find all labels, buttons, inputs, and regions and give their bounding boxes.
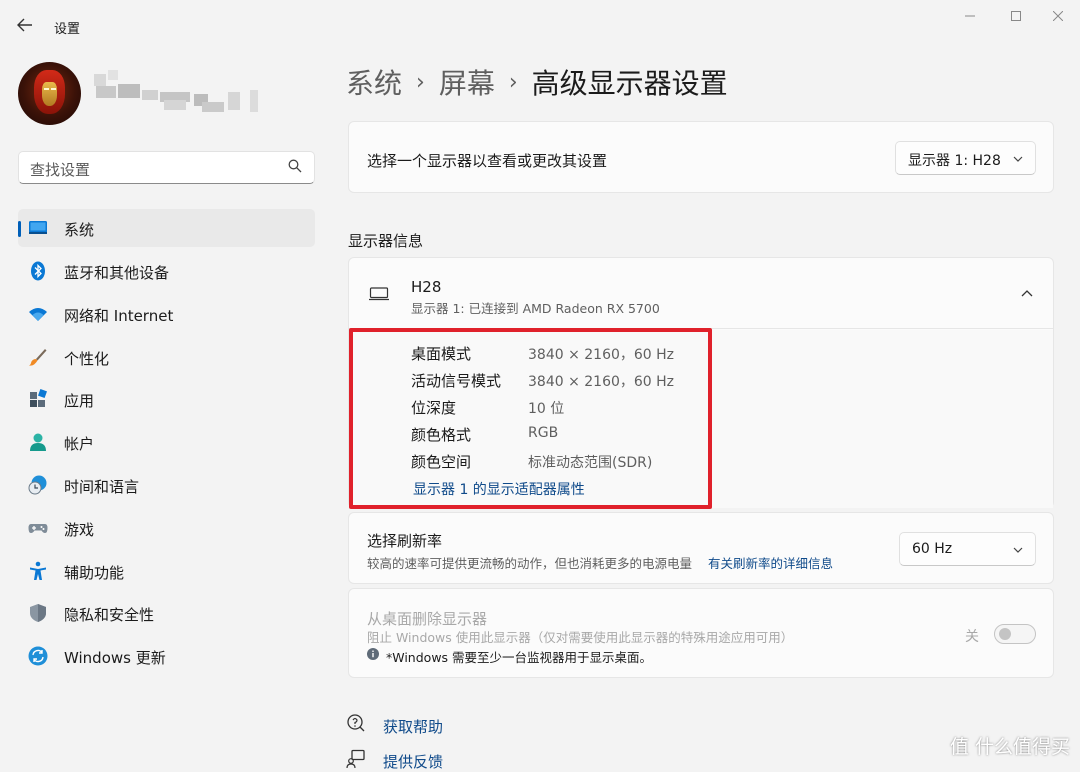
- sidebar-item-accessibility[interactable]: 辅助功能: [18, 552, 315, 590]
- monitor-icon: [369, 287, 389, 301]
- chevron-up-icon[interactable]: [1021, 289, 1033, 297]
- select-display-card: 选择一个显示器以查看或更改其设置 显示器 1: H28: [348, 121, 1054, 193]
- back-button[interactable]: [10, 10, 40, 40]
- toggle-knob: [999, 628, 1011, 640]
- breadcrumb: 系统 › 屏幕 › 高级显示器设置: [346, 62, 728, 102]
- display-info-header[interactable]: H28 显示器 1: 已连接到 AMD Radeon RX 5700: [349, 258, 1053, 329]
- remove-display-note: *Windows 需要至少一台监视器用于显示桌面。: [386, 650, 653, 665]
- feedback-icon: [346, 749, 366, 769]
- window-title: 设置: [54, 22, 81, 37]
- remove-display-title: 从桌面删除显示器: [367, 610, 488, 628]
- monitor-name: H28: [411, 278, 442, 296]
- sidebar-item-label: 应用: [64, 392, 95, 410]
- system-display-icon: [29, 221, 47, 234]
- breadcrumb-item-display[interactable]: 屏幕: [439, 62, 495, 102]
- sidebar-item-accounts[interactable]: 帐户: [18, 423, 315, 461]
- sidebar-item-label: Windows 更新: [64, 649, 166, 667]
- minimize-icon: [965, 15, 975, 17]
- sidebar-item-label: 辅助功能: [64, 564, 125, 582]
- remove-display-toggle[interactable]: [994, 624, 1036, 644]
- watermark-text: 值 什么值得买: [949, 736, 1070, 758]
- windows-update-icon: [28, 646, 48, 666]
- sidebar-item-label: 系统: [64, 221, 95, 239]
- refresh-rate-details-link[interactable]: 有关刷新率的详细信息: [708, 553, 833, 572]
- page-title: 高级显示器设置: [531, 67, 728, 100]
- sidebar-item-privacy-security[interactable]: 隐私和安全性: [18, 594, 315, 632]
- apps-icon: [30, 389, 47, 407]
- refresh-rate-title: 选择刷新率: [367, 532, 443, 550]
- wifi-icon: [29, 308, 47, 321]
- chevron-right-icon: ›: [416, 69, 425, 95]
- sidebar-item-bluetooth[interactable]: 蓝牙和其他设备: [18, 252, 315, 290]
- display-select-value: 显示器 1: H28: [908, 153, 1001, 169]
- maximize-button[interactable]: [996, 4, 1036, 28]
- highlight-box: [349, 328, 712, 509]
- active-indicator: [18, 221, 21, 237]
- sidebar-item-label: 蓝牙和其他设备: [64, 264, 170, 282]
- get-help-link[interactable]: 获取帮助: [383, 716, 443, 737]
- account-icon: [30, 433, 46, 451]
- time-language-icon: [28, 475, 47, 495]
- gamepad-icon: [28, 524, 48, 533]
- sidebar-item-personalization[interactable]: 个性化: [18, 338, 315, 376]
- sidebar-item-label: 个性化: [64, 350, 110, 368]
- sidebar-item-system[interactable]: 系统: [18, 209, 315, 247]
- refresh-rate-dropdown[interactable]: 60 Hz: [899, 532, 1036, 566]
- refresh-rate-card: 选择刷新率 较高的速率可提供更流畅的动作，但也消耗更多的电源电量 有关刷新率的详…: [348, 512, 1054, 584]
- toggle-state-label: 关: [965, 629, 979, 645]
- sidebar-item-label: 时间和语言: [64, 478, 140, 496]
- sidebar-item-label: 帐户: [64, 435, 95, 453]
- search-input[interactable]: 查找设置: [18, 151, 315, 184]
- chevron-down-icon: [1013, 156, 1023, 162]
- sidebar-item-time-language[interactable]: 时间和语言: [18, 466, 315, 504]
- search-placeholder: 查找设置: [30, 161, 91, 179]
- give-feedback-link[interactable]: 提供反馈: [383, 751, 443, 772]
- maximize-icon: [1011, 11, 1021, 21]
- sidebar-item-label: 网络和 Internet: [64, 307, 174, 325]
- sidebar-item-apps[interactable]: 应用: [18, 380, 315, 418]
- close-icon: [1053, 11, 1063, 21]
- avatar-eye-left: [44, 88, 49, 90]
- refresh-rate-value: 60 Hz: [912, 541, 953, 557]
- sidebar-item-gaming[interactable]: 游戏: [18, 509, 315, 547]
- display-select-dropdown[interactable]: 显示器 1: H28: [895, 141, 1036, 175]
- monitor-subtitle: 显示器 1: 已连接到 AMD Radeon RX 5700: [411, 301, 660, 316]
- paintbrush-icon: [29, 349, 47, 366]
- sidebar-item-label: 隐私和安全性: [64, 606, 155, 624]
- chevron-down-icon: [1013, 547, 1023, 553]
- refresh-rate-description: 较高的速率可提供更流畅的动作，但也消耗更多的电源电量: [367, 556, 693, 571]
- sidebar-item-windows-update[interactable]: Windows 更新: [18, 637, 315, 675]
- info-icon: [367, 648, 379, 660]
- bluetooth-icon: [31, 261, 45, 281]
- back-arrow-icon: [17, 18, 32, 32]
- accessibility-icon: [30, 561, 46, 580]
- select-display-label: 选择一个显示器以查看或更改其设置: [367, 152, 608, 170]
- avatar-eye-right: [51, 88, 56, 90]
- close-button[interactable]: [1038, 4, 1078, 28]
- avatar[interactable]: [18, 62, 81, 125]
- avatar-mask-image: [34, 70, 65, 114]
- breadcrumb-item-system[interactable]: 系统: [346, 62, 402, 102]
- sidebar-item-network[interactable]: 网络和 Internet: [18, 295, 315, 333]
- profile-name-blurred: [94, 70, 264, 114]
- remove-display-description: 阻止 Windows 使用此显示器（仅对需要使用此显示器的特殊用途应用可用）: [367, 630, 794, 645]
- title-bar: 设置: [0, 0, 1080, 52]
- display-info-heading: 显示器信息: [348, 232, 424, 250]
- chevron-right-icon: ›: [508, 69, 518, 95]
- avatar-mask-faceplate: [42, 82, 57, 106]
- sidebar-item-label: 游戏: [64, 521, 95, 539]
- shield-icon: [30, 604, 46, 622]
- help-icon: [346, 713, 366, 733]
- search-icon: [288, 159, 302, 173]
- remove-display-card: 从桌面删除显示器 阻止 Windows 使用此显示器（仅对需要使用此显示器的特殊…: [348, 588, 1054, 678]
- minimize-button[interactable]: [950, 4, 990, 28]
